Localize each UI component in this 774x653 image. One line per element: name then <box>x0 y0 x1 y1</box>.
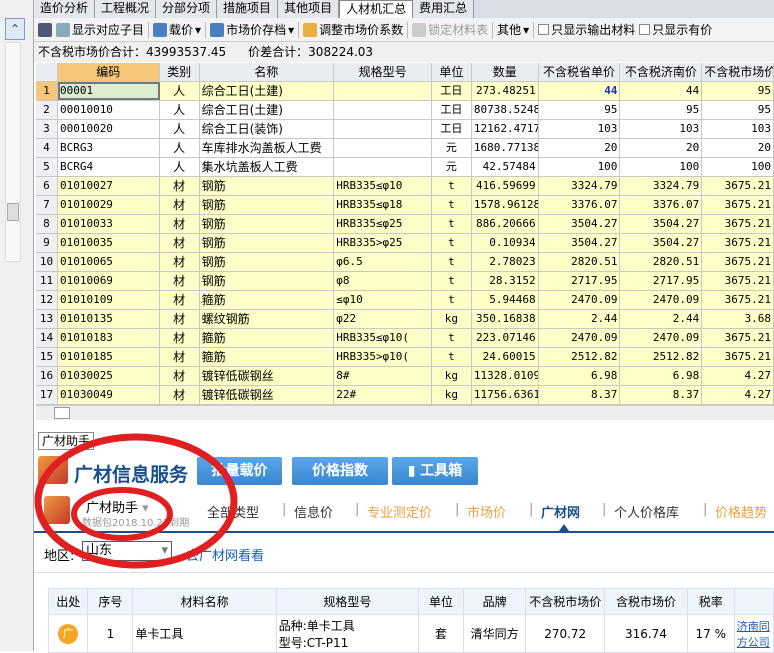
annotation-circle-small <box>71 487 173 541</box>
annotation-overlay <box>34 433 238 569</box>
annotation-circle-large <box>34 433 238 569</box>
